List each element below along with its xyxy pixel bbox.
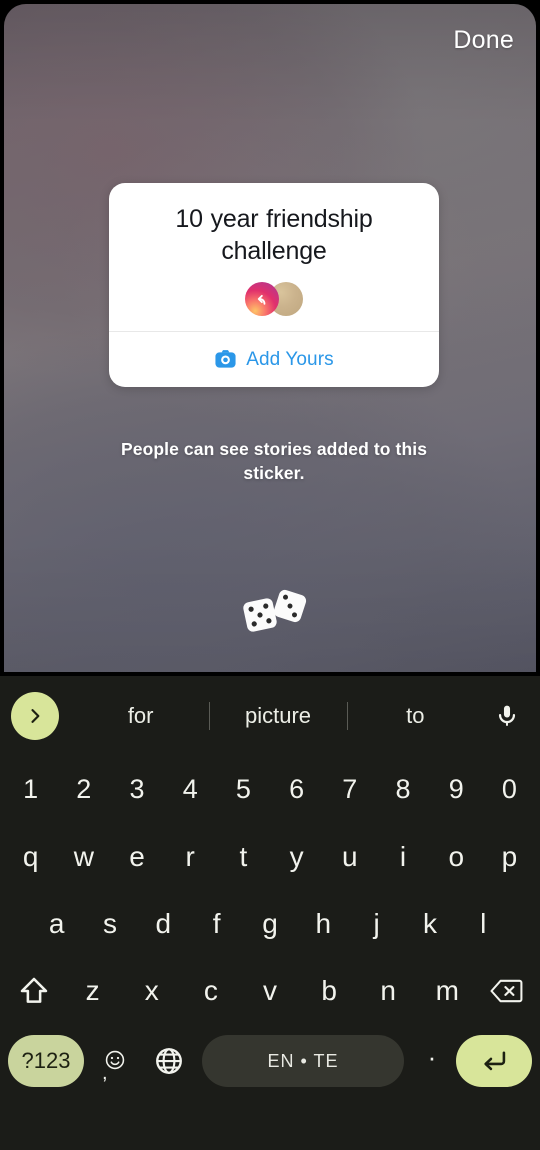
keyboard-row-zxcv: z x c v b n m <box>0 957 540 1024</box>
key-f[interactable]: f <box>190 890 243 957</box>
comma-label: , <box>102 1062 108 1084</box>
period-key[interactable]: · <box>410 1031 454 1091</box>
suggestion-chip[interactable]: to <box>346 676 484 756</box>
camera-icon <box>214 348 237 371</box>
shift-up-arrow-icon[interactable] <box>4 957 63 1024</box>
enter-return-icon[interactable] <box>456 1035 532 1087</box>
keyboard: for picture to 1 2 3 4 5 6 7 8 9 0 q w e… <box>0 676 540 1150</box>
chevron-right-icon[interactable] <box>11 692 59 740</box>
key-l[interactable]: l <box>457 890 510 957</box>
key-b[interactable]: b <box>300 957 359 1024</box>
key-t[interactable]: t <box>217 823 270 890</box>
sticker-caption: People can see stories added to this sti… <box>120 439 428 483</box>
add-yours-sticker-card[interactable]: 10 year friendship challenge Add Yours <box>109 183 439 387</box>
key-i[interactable]: i <box>376 823 429 890</box>
add-yours-button[interactable]: Add Yours <box>109 332 439 387</box>
key-v[interactable]: v <box>240 957 299 1024</box>
key-5[interactable]: 5 <box>217 756 270 823</box>
key-z[interactable]: z <box>63 957 122 1024</box>
key-8[interactable]: 8 <box>376 756 429 823</box>
keyboard-row-asdf: a s d f g h j k l <box>0 890 540 957</box>
key-o[interactable]: o <box>430 823 483 890</box>
key-w[interactable]: w <box>57 823 110 890</box>
suggestion-chip[interactable]: picture <box>209 676 346 756</box>
keyboard-row-qwerty: q w e r t y u i o p <box>0 823 540 890</box>
emoji-smiley-icon[interactable]: , <box>88 1035 142 1087</box>
key-0[interactable]: 0 <box>483 756 536 823</box>
key-u[interactable]: u <box>323 823 376 890</box>
key-n[interactable]: n <box>359 957 418 1024</box>
key-x[interactable]: x <box>122 957 181 1024</box>
reply-arrow-icon <box>253 290 272 309</box>
key-k[interactable]: k <box>403 890 456 957</box>
key-6[interactable]: 6 <box>270 756 323 823</box>
dice-icon[interactable] <box>236 589 314 633</box>
key-y[interactable]: y <box>270 823 323 890</box>
sticker-card-top: 10 year friendship challenge <box>109 183 439 331</box>
microphone-icon[interactable] <box>490 699 524 733</box>
key-r[interactable]: r <box>164 823 217 890</box>
add-yours-label: Add Yours <box>246 348 334 370</box>
key-d[interactable]: d <box>137 890 190 957</box>
key-4[interactable]: 4 <box>164 756 217 823</box>
key-7[interactable]: 7 <box>323 756 376 823</box>
suggestion-list: for picture to <box>72 676 484 756</box>
key-s[interactable]: s <box>83 890 136 957</box>
key-a[interactable]: a <box>30 890 83 957</box>
key-m[interactable]: m <box>418 957 477 1024</box>
key-1[interactable]: 1 <box>4 756 57 823</box>
key-h[interactable]: h <box>297 890 350 957</box>
key-g[interactable]: g <box>243 890 296 957</box>
reply-avatar <box>245 282 279 316</box>
key-2[interactable]: 2 <box>57 756 110 823</box>
symbols-key[interactable]: ?123 <box>8 1035 84 1087</box>
suggestion-bar: for picture to <box>0 676 540 756</box>
key-q[interactable]: q <box>4 823 57 890</box>
keyboard-row-bottom: ?123 , EN • TE · <box>0 1028 540 1094</box>
navigation-bar-area <box>0 1094 540 1128</box>
phone-screen: Done 10 year friendship challenge Add Yo… <box>0 0 540 1150</box>
done-button[interactable]: Done <box>453 28 514 53</box>
story-canvas[interactable]: Done 10 year friendship challenge Add Yo… <box>4 4 536 672</box>
keyboard-row-numbers: 1 2 3 4 5 6 7 8 9 0 <box>0 756 540 823</box>
suggestion-chip[interactable]: for <box>72 676 209 756</box>
key-p[interactable]: p <box>483 823 536 890</box>
globe-icon[interactable] <box>142 1035 196 1087</box>
key-9[interactable]: 9 <box>430 756 483 823</box>
key-3[interactable]: 3 <box>110 756 163 823</box>
key-j[interactable]: j <box>350 890 403 957</box>
space-key[interactable]: EN • TE <box>202 1035 404 1087</box>
backspace-icon[interactable] <box>477 957 536 1024</box>
avatar-stack <box>127 281 421 317</box>
key-e[interactable]: e <box>110 823 163 890</box>
sticker-title: 10 year friendship challenge <box>175 205 373 265</box>
key-c[interactable]: c <box>181 957 240 1024</box>
